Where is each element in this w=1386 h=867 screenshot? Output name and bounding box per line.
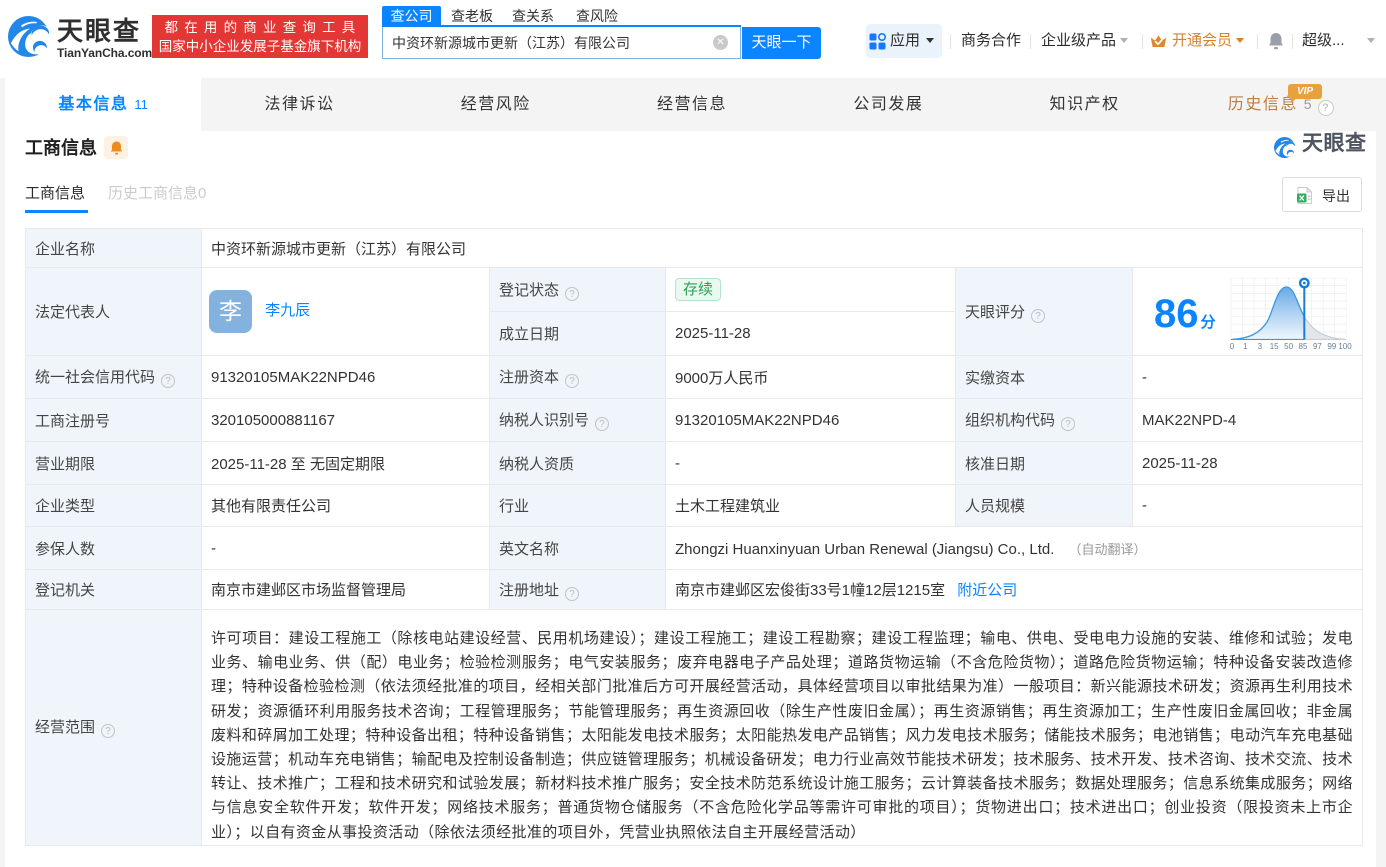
svg-text:100: 100: [1338, 342, 1352, 351]
svg-text:3: 3: [1258, 342, 1263, 351]
svg-text:0: 0: [1230, 342, 1235, 351]
svg-text:50: 50: [1284, 342, 1293, 351]
svg-text:1: 1: [1243, 342, 1248, 351]
svg-text:99: 99: [1327, 342, 1336, 351]
svg-text:97: 97: [1313, 342, 1322, 351]
svg-text:85: 85: [1299, 342, 1308, 351]
svg-text:15: 15: [1270, 342, 1279, 351]
